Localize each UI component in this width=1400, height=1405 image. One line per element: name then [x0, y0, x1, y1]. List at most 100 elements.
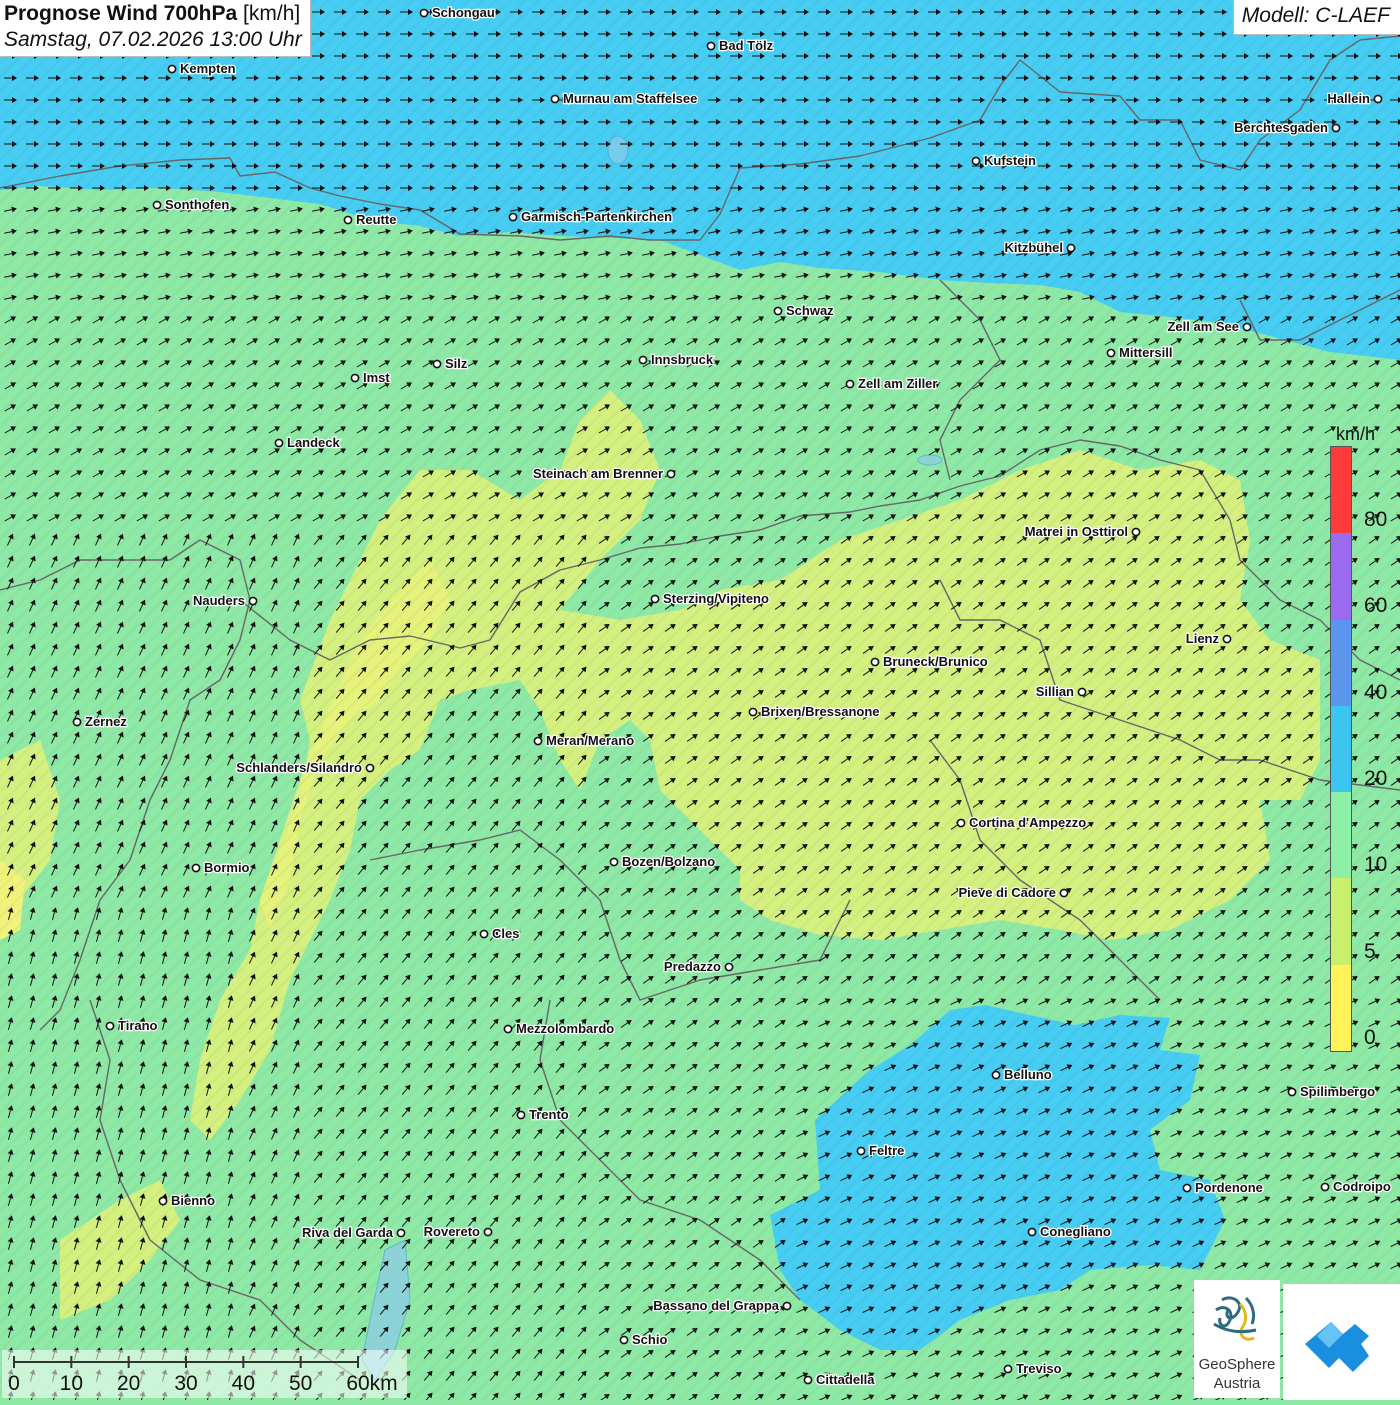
city-label: Tirano — [118, 1018, 158, 1033]
city-marker: Zell am See — [1167, 319, 1250, 334]
city-label: Schlanders/Silandro — [236, 760, 362, 775]
city-marker: Mezzolombardo — [504, 1021, 614, 1036]
city-label: Kufstein — [984, 153, 1036, 168]
city-marker: Sonthofen — [153, 197, 229, 212]
title-main: Prognose Wind 700hPa — [4, 2, 237, 25]
city-dot — [783, 1302, 790, 1309]
legend-segment — [1331, 447, 1351, 534]
legend-segment — [1331, 792, 1351, 879]
model-label: Modell: C-LAEF — [1233, 0, 1400, 35]
city-label: Cortina d'Ampezzo — [969, 815, 1086, 830]
scale-label: 50 — [289, 1372, 312, 1396]
city-marker: Bozen/Bolzano — [610, 854, 715, 869]
city-label: Codroipo — [1333, 1179, 1391, 1194]
city-dot — [651, 595, 658, 602]
city-dot — [159, 1197, 166, 1204]
city-label: Kitzbühel — [1005, 240, 1064, 255]
city-dot — [972, 157, 979, 164]
city-dot — [1078, 688, 1085, 695]
city-marker: Cittadella — [804, 1372, 875, 1387]
city-marker: Bassano del Grappa — [653, 1298, 790, 1313]
city-marker: Riva del Garda — [302, 1225, 405, 1240]
city-marker: Conegliano — [1028, 1224, 1110, 1239]
city-marker: Matrei in Osttirol — [1025, 524, 1140, 539]
city-label: Cles — [492, 926, 519, 941]
legend-segment — [1331, 878, 1351, 965]
legend-tick-label: 0 — [1364, 1026, 1376, 1050]
geosphere-logo-name: GeoSphere — [1194, 1356, 1280, 1373]
city-dot — [992, 1071, 999, 1078]
city-dot — [1374, 95, 1381, 102]
city-dot — [480, 930, 487, 937]
legend-tick-label: 20 — [1364, 767, 1387, 791]
city-dot — [1132, 528, 1139, 535]
city-label: Silz — [445, 356, 468, 371]
city-label: Cittadella — [816, 1372, 875, 1387]
city-label: Bassano del Grappa — [653, 1298, 779, 1313]
city-marker: Garmisch-Partenkirchen — [509, 209, 672, 224]
city-label: Belluno — [1004, 1067, 1052, 1082]
city-dot — [774, 307, 781, 314]
city-dot — [1107, 349, 1114, 356]
wind-map: SchongauBad TölzKemptenMurnau am Staffel… — [0, 0, 1400, 1400]
city-dot — [168, 65, 175, 72]
title-box: Prognose Wind 700hPa [km/h] Samstag, 07.… — [0, 0, 311, 57]
city-label: Landeck — [287, 435, 341, 450]
city-dot — [1060, 889, 1067, 896]
city-dot — [1067, 244, 1074, 251]
city-label: Matrei in Osttirol — [1025, 524, 1128, 539]
city-label: Mezzolombardo — [516, 1021, 614, 1036]
scale-label: 10 — [60, 1372, 83, 1396]
city-dot — [846, 380, 853, 387]
app-logo[interactable] — [1283, 1284, 1400, 1400]
city-label: Zell am Ziller — [858, 376, 937, 391]
city-dot — [725, 963, 732, 970]
city-dot — [249, 597, 256, 604]
lake-small-2 — [918, 455, 942, 465]
city-label: Bruneck/Brunico — [883, 654, 988, 669]
city-marker: Pordenone — [1183, 1180, 1263, 1195]
city-marker: Spilimbergo — [1288, 1084, 1375, 1099]
city-marker: Murnau am Staffelsee — [551, 91, 697, 106]
city-dot — [106, 1022, 113, 1029]
city-label: Bozen/Bolzano — [622, 854, 715, 869]
city-marker: Zell am Ziller — [846, 376, 937, 391]
city-label: Steinach am Brenner — [533, 466, 663, 481]
city-label: Reutte — [356, 212, 396, 227]
city-label: Meran/Merano — [546, 733, 634, 748]
legend-unit: km/h — [1336, 424, 1375, 445]
city-label: Lienz — [1186, 631, 1220, 646]
city-marker: Brixen/Bressanone — [749, 704, 879, 719]
city-dot — [1243, 323, 1250, 330]
city-dot — [153, 201, 160, 208]
city-dot — [957, 819, 964, 826]
city-dot — [484, 1228, 491, 1235]
city-dot — [433, 360, 440, 367]
city-dot — [192, 864, 199, 871]
legend-segment — [1331, 965, 1351, 1052]
legend-tick-label: 40 — [1364, 681, 1387, 705]
city-dot — [1288, 1088, 1295, 1095]
city-dot — [639, 356, 646, 363]
city-marker: Bruneck/Brunico — [871, 654, 987, 669]
legend-segment — [1331, 620, 1351, 707]
city-dot — [351, 374, 358, 381]
map-title: Prognose Wind 700hPa [km/h] — [4, 2, 302, 26]
city-dot — [344, 216, 351, 223]
scale-label: 30 — [174, 1372, 197, 1396]
city-marker: Berchtesgaden — [1234, 120, 1340, 135]
geosphere-logo: GeoSphere Austria — [1194, 1280, 1280, 1398]
city-label: Zell am See — [1167, 319, 1239, 334]
legend-tick-label: 5 — [1364, 940, 1376, 964]
city-label: Bormio — [204, 860, 250, 875]
city-label: Bienno — [171, 1193, 215, 1208]
city-dot — [1223, 635, 1230, 642]
city-label: Spilimbergo — [1300, 1084, 1375, 1099]
city-label: Rovereto — [424, 1224, 480, 1239]
legend-segment — [1331, 706, 1351, 793]
legend-tick-label: 10 — [1364, 853, 1387, 877]
city-label: Sonthofen — [165, 197, 229, 212]
city-marker: Schlanders/Silandro — [236, 760, 373, 775]
title-unit: [km/h] — [243, 2, 300, 25]
city-label: Bad Tölz — [719, 38, 774, 53]
